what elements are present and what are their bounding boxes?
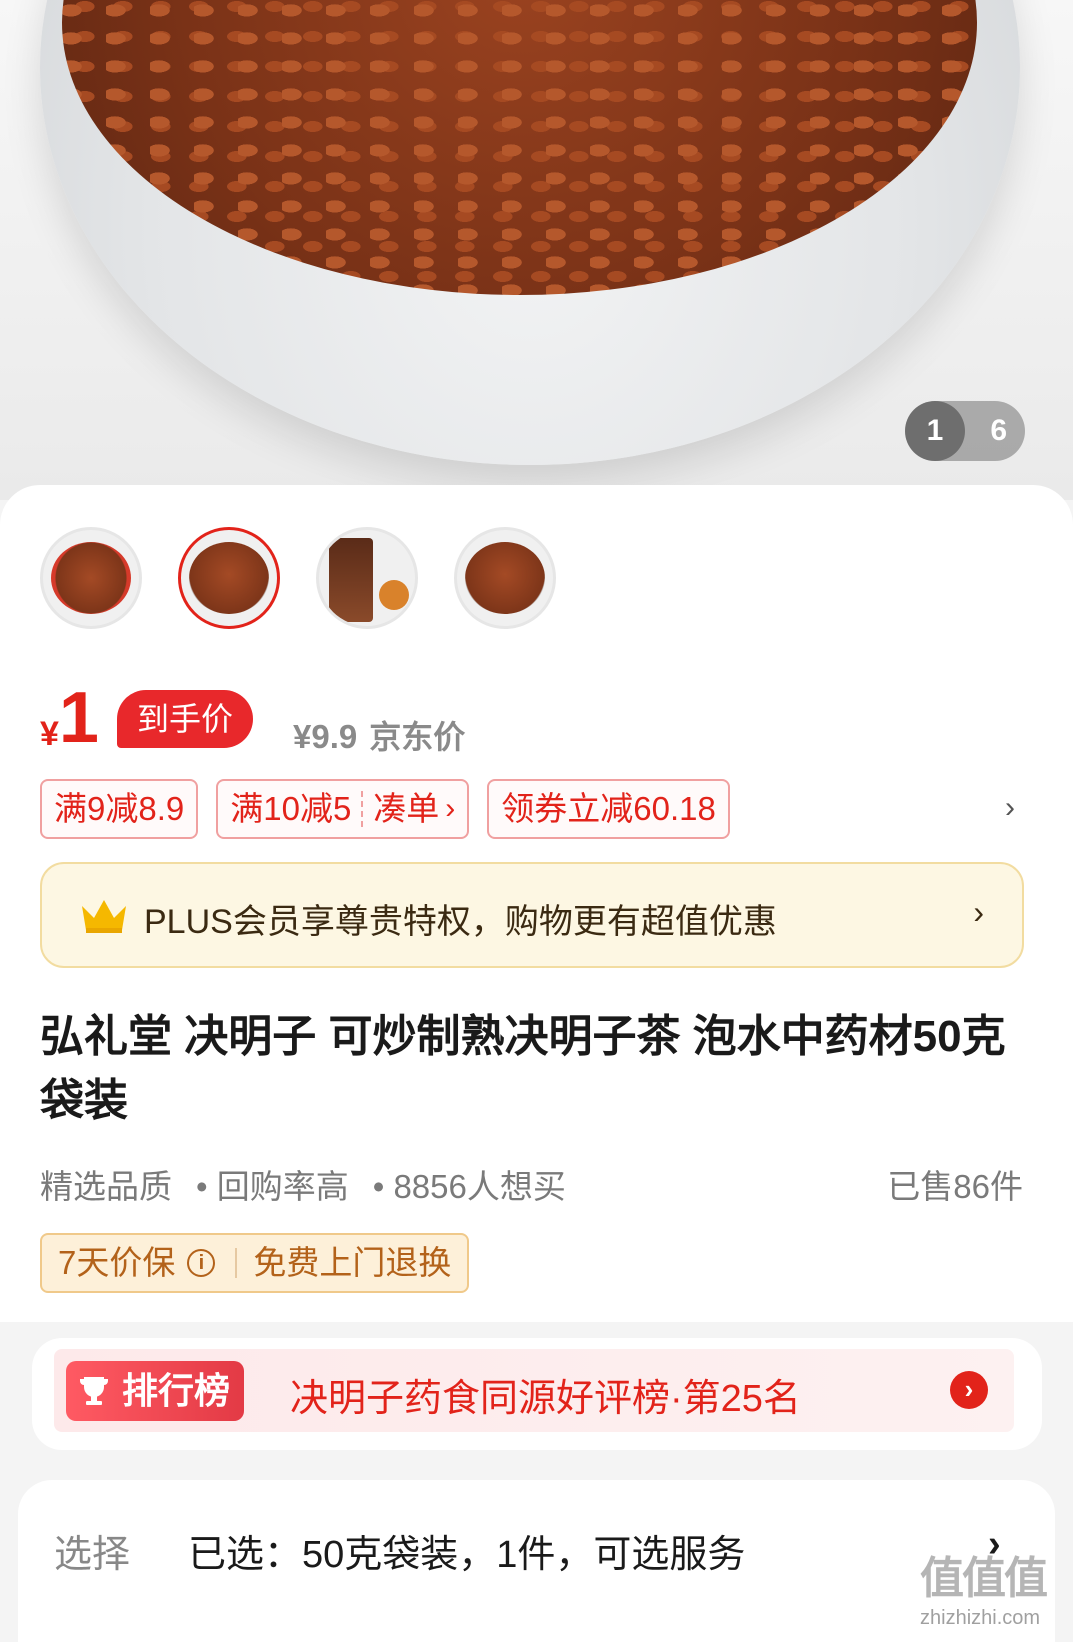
jd-price-label: 京东价	[369, 719, 466, 755]
selection-value[interactable]: 已选：50克袋装，1件，可选服务	[188, 1523, 745, 1578]
ranking-badge-label: 排行榜	[122, 1370, 231, 1411]
plus-banner-text: PLUS会员享尊贵特权，购物更有超值优惠	[144, 903, 777, 941]
thumbnail-3[interactable]	[316, 527, 418, 629]
guarantee-badge[interactable]: 7天价保 i 免费上门退换	[40, 1233, 470, 1293]
free-return-label: 免费上门退换	[253, 1244, 452, 1281]
ranking-text: 决明子药食同源好评榜·第25名	[290, 1378, 801, 1420]
chevron-right-icon: ›	[445, 792, 456, 825]
watermark-url: zhizhizhi.com	[920, 1607, 1041, 1629]
coupon-3[interactable]: 领券立减60.18	[487, 779, 730, 839]
thumbnail-1[interactable]	[40, 527, 142, 629]
pager-current: 1	[905, 401, 965, 461]
currency-symbol: ¥	[40, 715, 59, 753]
watermark-logo: 值值值	[920, 1554, 1048, 1603]
coupon-2-action[interactable]: 凑单	[373, 781, 439, 837]
selection-label: 选择	[54, 1534, 131, 1576]
coupon-2[interactable]: 满10减5 凑单 ›	[216, 779, 470, 839]
chevron-right-circle-icon[interactable]: ›	[950, 1371, 988, 1409]
final-price: ¥1	[40, 682, 99, 754]
price-protect-label: 7天价保	[58, 1244, 176, 1281]
product-tags: 精选品质 • 回购率高 • 8856人想买	[40, 1160, 566, 1208]
trophy-icon	[80, 1377, 108, 1405]
sold-count: 已售86件	[887, 1168, 1023, 1205]
guarantee-divider	[235, 1248, 238, 1278]
coupon-2-text: 满10减5	[230, 790, 352, 827]
product-hero-image[interactable]: 1 6	[0, 0, 1073, 500]
final-price-value: 1	[58, 678, 99, 758]
jd-price-value: ¥9.9	[293, 718, 358, 755]
coupon-3-text: 领券立减60.18	[501, 790, 716, 827]
coupon-1-text: 满9减8.9	[54, 790, 185, 827]
watermark: 值值值 zhizhizhi.com	[920, 1553, 1070, 1630]
thumbnail-4[interactable]	[454, 527, 556, 629]
coupon-row: 满9减8.9 满10减5 凑单 › 领券立减60.18	[40, 779, 730, 839]
coupon-1[interactable]: 满9减8.9	[40, 779, 199, 839]
image-pager: 1 6	[905, 401, 1025, 461]
coupon-divider	[361, 791, 364, 827]
pager-total: 6	[990, 414, 1007, 447]
info-icon[interactable]: i	[187, 1249, 216, 1277]
jd-price: ¥9.9 京东价	[293, 712, 465, 758]
tag-want-count: • 8856人想买	[372, 1168, 566, 1205]
final-price-badge: 到手价	[117, 690, 254, 748]
ranking-badge: 排行榜	[66, 1361, 245, 1421]
plus-member-banner[interactable]: PLUS会员享尊贵特权，购物更有超值优惠 ›	[40, 862, 1024, 968]
crown-icon	[82, 900, 126, 933]
tag-repurchase: • 回购率高	[196, 1168, 349, 1205]
thumbnail-2[interactable]	[178, 527, 280, 629]
thumbnail-strip	[40, 527, 556, 631]
coupon-more-chevron-icon[interactable]: ›	[1005, 791, 1015, 825]
product-title: 弘礼堂 决明子 可炒制熟决明子茶 泡水中药材50克袋装	[40, 1012, 1006, 1125]
tag-quality: 精选品质	[40, 1168, 172, 1205]
ranking-banner[interactable]: 排行榜 决明子药食同源好评榜·第25名 ›	[54, 1349, 1014, 1432]
chevron-right-icon: ›	[973, 894, 984, 930]
